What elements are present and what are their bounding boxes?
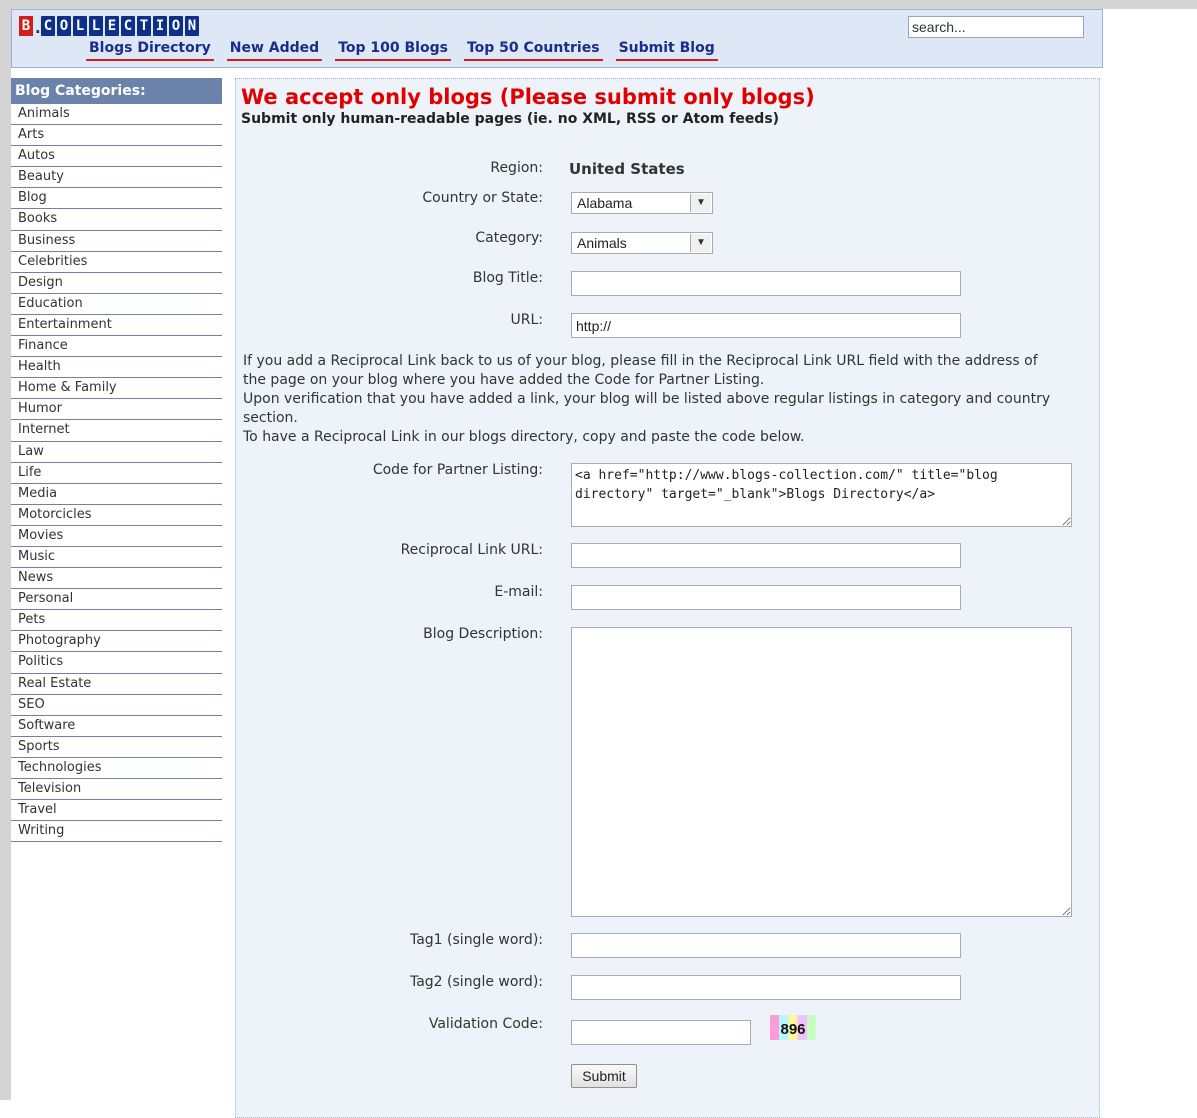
category-select[interactable]: Animals ▼ [571, 232, 713, 254]
reciprocal-url-input[interactable] [571, 543, 961, 568]
site-logo[interactable]: B . C O L L E C T I O N [19, 16, 201, 37]
logo-letter: B [19, 16, 33, 36]
sidebar-item-books[interactable]: Books [11, 209, 222, 231]
sidebar-item-life[interactable]: Life [11, 463, 222, 484]
tag1-input[interactable] [571, 933, 961, 958]
sidebar-item-motorcicles[interactable]: Motorcicles [11, 505, 222, 526]
blog-title-label: Blog Title: [472, 270, 543, 286]
chevron-down-icon: ▼ [690, 234, 711, 252]
logo-letter: L [89, 16, 103, 36]
tag2-input[interactable] [571, 975, 961, 1000]
logo-letter: N [185, 16, 199, 36]
logo-letter: C [121, 16, 135, 36]
sidebar-item-politics[interactable]: Politics [11, 652, 222, 674]
country-label: Country or State: [422, 190, 543, 206]
search-input[interactable] [908, 16, 1084, 38]
reciprocal-url-label: Reciprocal Link URL: [400, 542, 543, 558]
sidebar-item-movies[interactable]: Movies [11, 526, 222, 547]
sidebar-item-music[interactable]: Music [11, 547, 222, 569]
nav-new-added[interactable]: New Added [226, 40, 323, 61]
country-selected-value: Alabama [577, 195, 633, 211]
site-header: B . C O L L E C T I O N Blogs Directory … [11, 9, 1103, 68]
logo-letter: O [169, 16, 183, 36]
logo-dot: . [33, 18, 43, 37]
info-line: To have a Reciprocal Link in our blogs d… [243, 429, 805, 445]
validation-code-input[interactable] [571, 1020, 751, 1045]
sidebar-title: Blog Categories: [11, 78, 222, 104]
warning-subheading: Submit only human-readable pages (ie. no… [241, 111, 780, 127]
sidebar-item-humor[interactable]: Humor [11, 399, 222, 421]
logo-letter: C [41, 16, 55, 36]
nav-top-50-countries[interactable]: Top 50 Countries [463, 40, 603, 61]
submit-button[interactable]: Submit [571, 1064, 637, 1088]
sidebar-item-finance[interactable]: Finance [11, 336, 222, 358]
sidebar-item-personal[interactable]: Personal [11, 589, 222, 611]
top-page-band [0, 0, 1197, 9]
url-input[interactable] [571, 313, 961, 338]
sidebar-item-celebrities[interactable]: Celebrities [11, 252, 222, 273]
partner-code-label: Code for Partner Listing: [372, 462, 543, 478]
sidebar-item-seo[interactable]: SEO [11, 695, 222, 716]
sidebar-item-technologies[interactable]: Technologies [11, 758, 222, 779]
sidebar-item-travel[interactable]: Travel [11, 800, 222, 822]
category-sidebar: Blog Categories: Animals Arts Autos Beauty B… [11, 78, 222, 843]
chevron-down-icon: ▼ [690, 194, 711, 212]
sidebar-item-pets[interactable]: Pets [11, 610, 222, 632]
sidebar-item-arts[interactable]: Arts [11, 125, 222, 147]
sidebar-item-design[interactable]: Design [11, 273, 222, 294]
category-label: Category: [475, 230, 543, 246]
sidebar-item-news[interactable]: News [11, 568, 222, 590]
region-label: Region: [490, 160, 543, 176]
sidebar-item-internet[interactable]: Internet [11, 420, 222, 442]
logo-letter: L [73, 16, 87, 36]
sidebar-item-business[interactable]: Business [11, 231, 222, 252]
info-line: Upon verification that you have added a … [243, 391, 1051, 426]
nav-submit-blog[interactable]: Submit Blog [615, 40, 718, 61]
description-textarea[interactable] [571, 627, 1072, 917]
logo-letter: O [57, 16, 71, 36]
sidebar-item-law[interactable]: Law [11, 442, 222, 463]
sidebar-item-animals[interactable]: Animals [11, 104, 222, 126]
category-selected-value: Animals [577, 235, 627, 251]
blog-title-input[interactable] [571, 271, 961, 296]
sidebar-item-entertainment[interactable]: Entertainment [11, 315, 222, 337]
left-page-band [0, 9, 11, 1100]
sidebar-item-home-family[interactable]: Home & Family [11, 378, 222, 400]
sidebar-item-writing[interactable]: Writing [11, 821, 222, 843]
email-label: E-mail: [494, 584, 543, 600]
sidebar-item-education[interactable]: Education [11, 294, 222, 315]
captcha-image: 896 [770, 1015, 816, 1040]
region-value: United States [569, 160, 685, 178]
sidebar-item-media[interactable]: Media [11, 484, 222, 505]
warning-heading: We accept only blogs (Please submit only… [241, 85, 815, 109]
reciprocal-info-text: If you add a Reciprocal Link back to us … [243, 352, 1063, 447]
sidebar-item-health[interactable]: Health [11, 357, 222, 379]
category-list: Animals Arts Autos Beauty Blog Books Business C… [11, 104, 222, 843]
nav-top-100-blogs[interactable]: Top 100 Blogs [335, 40, 451, 61]
sidebar-item-software[interactable]: Software [11, 716, 222, 737]
submit-form-panel: We accept only blogs (Please submit only… [235, 78, 1100, 1118]
info-line: If you add a Reciprocal Link back to us … [243, 353, 1038, 388]
email-field[interactable] [571, 585, 961, 610]
sidebar-item-beauty[interactable]: Beauty [11, 167, 222, 189]
sidebar-item-sports[interactable]: Sports [11, 737, 222, 758]
sidebar-item-photography[interactable]: Photography [11, 631, 222, 653]
url-label: URL: [510, 312, 544, 328]
sidebar-item-real-estate[interactable]: Real Estate [11, 674, 222, 695]
tag1-label: Tag1 (single word): [409, 932, 543, 948]
sidebar-item-blog[interactable]: Blog [11, 188, 222, 210]
country-select[interactable]: Alabama ▼ [571, 192, 713, 214]
partner-code-textarea[interactable] [571, 463, 1072, 527]
description-label: Blog Description: [423, 626, 543, 642]
logo-letter: I [153, 16, 167, 36]
sidebar-item-autos[interactable]: Autos [11, 146, 222, 168]
nav-blogs-directory[interactable]: Blogs Directory [86, 40, 214, 61]
sidebar-item-television[interactable]: Television [11, 779, 222, 801]
logo-letter: T [137, 16, 151, 36]
tag2-label: Tag2 (single word): [409, 974, 543, 990]
top-navigation: Blogs Directory New Added Top 100 Blogs … [86, 40, 731, 61]
validation-label: Validation Code: [428, 1016, 543, 1032]
logo-letter: E [105, 16, 119, 36]
